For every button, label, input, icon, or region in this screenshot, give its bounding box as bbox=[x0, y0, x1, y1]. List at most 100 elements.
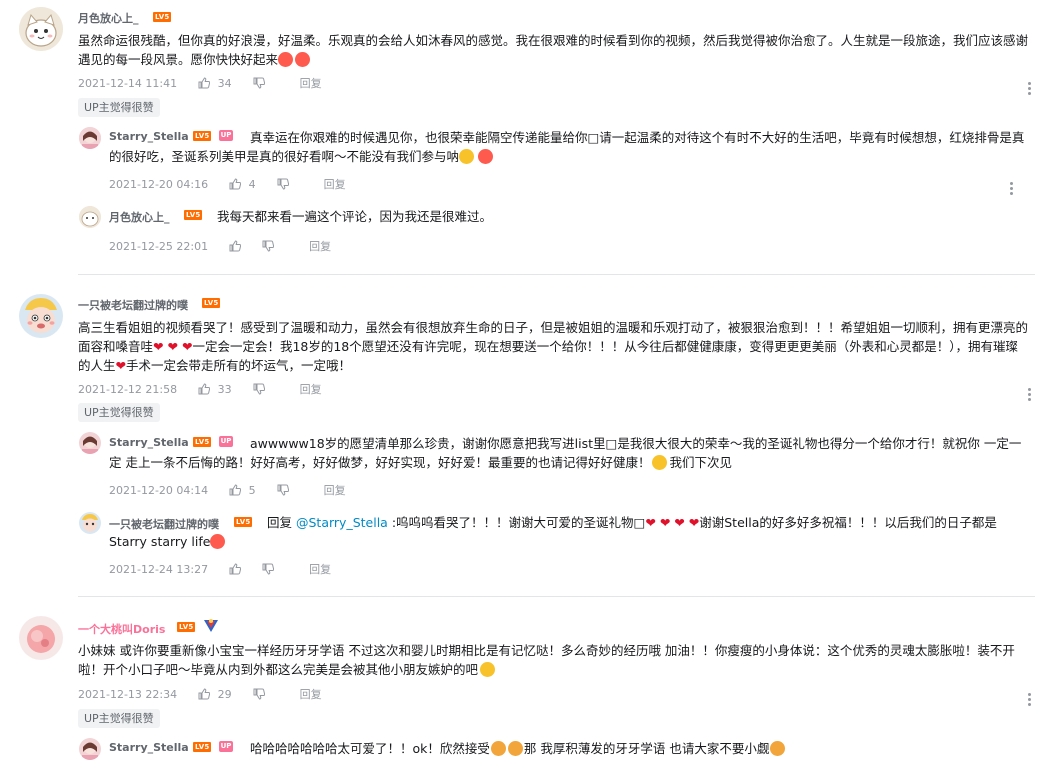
thumbs-up-icon[interactable] bbox=[229, 240, 242, 252]
heart-icon: ❤ bbox=[181, 339, 193, 354]
username[interactable]: 一个大桃叫Doris bbox=[78, 621, 165, 637]
reply-text: 哈哈哈哈哈哈哈太可爱了！！ok！欣然接受那 我厚积薄发的牙牙学语 也请大家不要小… bbox=[250, 739, 1030, 758]
level-badge: LV5 bbox=[193, 742, 212, 752]
avatar[interactable] bbox=[19, 7, 63, 51]
username[interactable]: 月色放心上_ bbox=[109, 209, 170, 225]
more-options-icon[interactable] bbox=[1027, 82, 1031, 97]
thinking-emoji-icon bbox=[480, 662, 496, 677]
up-liked-tag: UP主觉得很赞 bbox=[78, 403, 160, 422]
thumbs-down-icon[interactable] bbox=[262, 240, 275, 252]
comment-meta: 2021-12-13 22:34 29 回复 bbox=[78, 686, 322, 702]
like-count: 34 bbox=[217, 76, 232, 90]
level-badge: LV5 bbox=[177, 622, 196, 632]
heart-eyes-emoji-icon bbox=[478, 149, 494, 164]
avatar[interactable] bbox=[19, 294, 63, 338]
thumbs-down-icon[interactable] bbox=[277, 178, 289, 190]
up-liked-tag: UP主觉得很赞 bbox=[78, 98, 160, 117]
username[interactable]: 月色放心上_ bbox=[78, 10, 139, 26]
reply-meta: 2021-12-20 04:14 5 回复 bbox=[109, 482, 346, 498]
heart-icon: ❤ bbox=[645, 515, 656, 530]
like-count: 33 bbox=[217, 382, 232, 396]
comment-meta: 2021-12-14 11:41 34 回复 bbox=[78, 75, 322, 91]
girl-avatar-icon bbox=[79, 127, 101, 149]
thumbs-up-icon[interactable] bbox=[229, 563, 242, 575]
hug-emoji-icon bbox=[459, 149, 475, 164]
cat-emoji-icon bbox=[490, 741, 506, 756]
like-count: 29 bbox=[217, 687, 232, 701]
level-badge: LV5 bbox=[153, 12, 172, 22]
heart-eyes-emoji-icon bbox=[210, 534, 226, 549]
heart-icon: ❤ bbox=[674, 515, 685, 530]
timestamp: 2021-12-13 22:34 bbox=[78, 687, 178, 701]
reply-button[interactable]: 回复 bbox=[324, 482, 346, 498]
thumbs-up-icon[interactable] bbox=[198, 77, 211, 89]
username[interactable]: Starry_Stella bbox=[109, 741, 189, 754]
reply-button[interactable]: 回复 bbox=[300, 686, 322, 702]
thumbs-down-icon[interactable] bbox=[253, 383, 265, 395]
reply-button[interactable]: 回复 bbox=[300, 381, 322, 397]
cat-emoji-icon bbox=[770, 741, 786, 756]
reply-button[interactable]: 回复 bbox=[309, 561, 331, 577]
avatar[interactable] bbox=[79, 738, 101, 760]
timestamp: 2021-12-25 22:01 bbox=[109, 239, 209, 253]
timestamp: 2021-12-24 13:27 bbox=[109, 562, 209, 576]
reply-button[interactable]: 回复 bbox=[300, 75, 322, 91]
badge-icon bbox=[203, 617, 219, 633]
avatar[interactable] bbox=[79, 127, 101, 149]
reply-meta: 2021-12-20 04:16 4 回复 bbox=[109, 176, 346, 192]
avatar[interactable] bbox=[79, 512, 101, 534]
puppet-avatar-icon bbox=[19, 294, 63, 338]
reply-text: 真幸运在你艰难的时候遇见你，也很荣幸能隔空传递能量给你□请一起温柔的对待这个有时… bbox=[109, 130, 1025, 164]
reply-meta: 2021-12-25 22:01 回复 bbox=[109, 238, 331, 254]
girl-avatar-icon bbox=[79, 432, 101, 454]
heart-eyes-emoji-icon bbox=[278, 52, 294, 67]
avatar[interactable] bbox=[79, 206, 101, 228]
peach-avatar-icon bbox=[19, 616, 63, 660]
timestamp: 2021-12-14 11:41 bbox=[78, 76, 178, 90]
comment-text: 虽然命运很残酷，但你真的好浪漫，好温柔。乐观真的会给人如沐春风的感觉。我在很艰难… bbox=[78, 33, 1029, 67]
reply-text: 我每天都来看一遍这个评论，因为我还是很难过。 bbox=[217, 209, 493, 224]
up-liked-tag: UP主觉得很赞 bbox=[78, 709, 160, 728]
heart-eyes-emoji-icon bbox=[295, 52, 311, 67]
thumbs-up-icon[interactable] bbox=[229, 484, 242, 496]
heart-icon: ❤ bbox=[153, 339, 164, 354]
reply-text: 回复 @Starry_Stella :呜呜呜看哭了！！！谢谢大可爱的圣诞礼物□❤… bbox=[109, 515, 997, 549]
more-options-icon[interactable] bbox=[1027, 388, 1031, 403]
cat-avatar-icon bbox=[19, 7, 63, 51]
timestamp: 2021-12-20 04:16 bbox=[109, 177, 209, 191]
comment-meta: 2021-12-12 21:58 33 回复 bbox=[78, 381, 322, 397]
thumbs-down-icon[interactable] bbox=[262, 563, 275, 575]
divider bbox=[78, 274, 1035, 275]
cat-avatar-icon bbox=[79, 206, 101, 228]
more-options-icon[interactable] bbox=[1027, 693, 1031, 708]
heart-icon: ❤ bbox=[115, 358, 126, 373]
avatar[interactable] bbox=[19, 616, 63, 660]
like-count: 4 bbox=[248, 177, 256, 191]
heart-icon: ❤ bbox=[659, 515, 671, 530]
divider bbox=[78, 596, 1035, 597]
timestamp: 2021-12-12 21:58 bbox=[78, 382, 178, 396]
timestamp: 2021-12-20 04:14 bbox=[109, 483, 209, 497]
avatar[interactable] bbox=[79, 432, 101, 454]
level-badge: LV5 bbox=[202, 298, 221, 308]
thumbs-down-icon[interactable] bbox=[253, 77, 265, 89]
comment-text: 小妹妹 或许你要重新像小宝宝一样经历牙牙学语 不过这次和婴儿时期相比是有记忆哒！… bbox=[78, 643, 1015, 677]
reply-text: awwwww18岁的愿望清单那么珍贵，谢谢你愿意把我写进list里□是我很大很大… bbox=[109, 436, 1022, 470]
comment-text: 高三生看姐姐的视频看哭了！感受到了温暖和动力，虽然会有很想放弃生命的日子，但是被… bbox=[78, 320, 1029, 373]
mention-link[interactable]: @Starry_Stella bbox=[296, 515, 388, 530]
reply-button[interactable]: 回复 bbox=[309, 238, 331, 254]
thumbs-down-icon[interactable] bbox=[253, 688, 265, 700]
username[interactable]: 一只被老坛翻过牌的噗 bbox=[78, 297, 188, 313]
level-badge: LV5 bbox=[184, 210, 203, 220]
like-count: 5 bbox=[248, 483, 256, 497]
thumbs-up-icon[interactable] bbox=[198, 688, 211, 700]
thumbs-up-icon[interactable] bbox=[198, 383, 211, 395]
reply-meta: 2021-12-24 13:27 回复 bbox=[109, 561, 331, 577]
reply-button[interactable]: 回复 bbox=[324, 176, 346, 192]
more-options-icon[interactable] bbox=[1009, 182, 1013, 197]
thumbs-up-icon[interactable] bbox=[229, 178, 242, 190]
cat-emoji-icon bbox=[507, 741, 523, 756]
heart-icon: ❤ bbox=[167, 339, 178, 354]
thumbs-down-icon[interactable] bbox=[277, 484, 289, 496]
hug-emoji-icon bbox=[652, 455, 668, 470]
